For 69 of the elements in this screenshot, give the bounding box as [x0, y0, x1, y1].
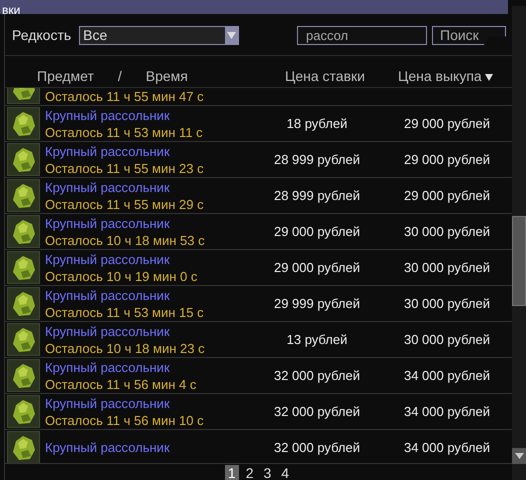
item-icon [7, 215, 40, 248]
item-name[interactable]: Крупный рассольник [45, 178, 252, 196]
column-header[interactable]: Цена ставки [285, 68, 365, 84]
caret-down-icon [514, 453, 524, 459]
item-icon [7, 107, 40, 140]
scroll-down-button[interactable] [512, 448, 526, 464]
column-header[interactable]: Цена выкупа [398, 68, 482, 84]
bid-price: 32 000 рублей [272, 366, 362, 385]
item-icon [7, 251, 40, 284]
page-button[interactable]: 4 [278, 465, 292, 480]
bid-price: 29 000 рублей [272, 258, 362, 277]
item-icon [7, 287, 40, 320]
item-name[interactable]: Крупный рассольник [45, 358, 252, 376]
window-title: вки [1, 3, 20, 17]
column-header[interactable]: Предмет [37, 66, 94, 87]
buyout-price: 34 000 рублей [402, 402, 492, 421]
time-left: Осталось 11 ч 55 мин 23 с [45, 160, 205, 176]
header-separator: / [118, 67, 122, 86]
item-name[interactable]: Крупный рассольник [45, 106, 252, 124]
buyout-price: 30 000 рублей [402, 294, 492, 313]
time-left: Осталось 10 ч 18 мин 23 с [45, 340, 206, 356]
item-icon [7, 323, 40, 356]
buyout-price: 34 000 рублей [402, 438, 492, 457]
caret-down-icon [227, 32, 236, 39]
item-name[interactable]: Крупный рассольник [45, 142, 252, 160]
buyout-price: 34 000 рублей [402, 366, 492, 385]
page-button[interactable]: 2 [242, 465, 256, 480]
item-name[interactable]: Крупный рассольник [45, 214, 252, 232]
time-left: Осталось 11 ч 55 мин 29 с [45, 196, 205, 212]
time-left: Осталось 11 ч 55 мин 47 с [45, 88, 205, 104]
time-left: Осталось 11 ч 56 мин 10 с [45, 412, 205, 428]
bid-price: 29 999 рублей [272, 294, 362, 313]
page-button[interactable]: 1 [224, 465, 239, 480]
rarity-dropdown[interactable]: Все [79, 26, 240, 45]
time-left: Осталось 11 ч 53 мин 11 с [45, 124, 204, 140]
time-left: Осталось 10 ч 18 мин 53 с [45, 232, 206, 248]
item-icon [7, 143, 40, 176]
item-icon [7, 359, 40, 392]
item-name[interactable]: Крупный рассольник [45, 322, 252, 340]
page-button[interactable]: 3 [260, 465, 274, 480]
scrollbar-thumb[interactable] [512, 216, 526, 306]
bid-price: 29 000 рублей [272, 222, 362, 241]
time-left: Осталось 11 ч 56 мин 4 с [45, 376, 198, 392]
bid-price: 13 рублей [286, 330, 348, 349]
item-name[interactable]: Крупный рассольник [45, 439, 252, 456]
bid-price: 32 000 рублей [272, 438, 362, 457]
item-icon [7, 431, 40, 463]
column-header[interactable]: Время [146, 66, 188, 87]
search-button[interactable]: Поиск [432, 26, 506, 45]
item-icon [7, 395, 40, 428]
bid-price: 28 999 рублей [272, 186, 362, 205]
item-name[interactable]: Крупный рассольник [45, 286, 252, 304]
item-name[interactable]: Крупный рассольник [45, 250, 252, 268]
filter-label: Редкость [12, 26, 72, 45]
buyout-price: 29 000 рублей [402, 114, 492, 133]
item-icon [7, 179, 40, 212]
bid-price: 28 999 рублей [272, 150, 362, 169]
bid-price: 18 рублей [286, 114, 348, 133]
item-name[interactable]: Крупный рассольник [45, 394, 252, 412]
search-field[interactable]: рассол [297, 26, 427, 45]
buyout-price: 29 000 рублей [402, 186, 492, 205]
buyout-price: 30 000 рублей [402, 222, 492, 241]
time-left: Осталось 11 ч 53 мин 15 с [45, 304, 205, 320]
buyout-price: 30 000 рублей [402, 330, 492, 349]
time-left: Осталось 10 ч 19 мин 0 с [45, 268, 198, 284]
sort-descending-icon[interactable] [484, 74, 493, 81]
buyout-price: 29 000 рублей [402, 150, 492, 169]
buyout-price: 30 000 рублей [402, 258, 492, 277]
bid-price: 32 000 рублей [272, 402, 362, 421]
